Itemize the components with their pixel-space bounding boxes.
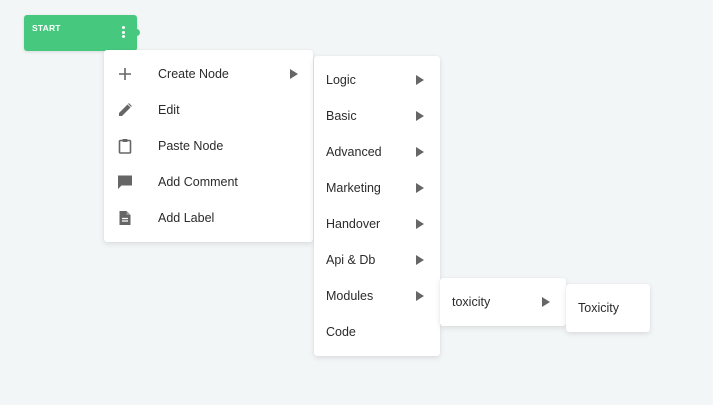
- menu-item-label: Marketing: [326, 181, 381, 195]
- menu-item-edit[interactable]: Edit: [104, 92, 313, 128]
- menu-item-paste-node[interactable]: Paste Node: [104, 128, 313, 164]
- modules-menu: toxicity: [440, 278, 566, 326]
- menu-item-label: Paste Node: [158, 139, 224, 153]
- start-node[interactable]: START: [24, 15, 137, 51]
- menu-item-add-label[interactable]: Add Label: [104, 200, 313, 236]
- menu-item-add-comment[interactable]: Add Comment: [104, 164, 313, 200]
- clipboard-icon: [117, 138, 133, 154]
- menu-item-code[interactable]: Code: [314, 314, 440, 350]
- menu-item-api-db[interactable]: Api & Db: [314, 242, 440, 278]
- toxicity-menu: Toxicity: [566, 284, 650, 332]
- menu-item-handover[interactable]: Handover: [314, 206, 440, 242]
- chevron-right-icon: [416, 291, 424, 301]
- menu-item-advanced[interactable]: Advanced: [314, 134, 440, 170]
- menu-item-logic[interactable]: Logic: [314, 62, 440, 98]
- menu-item-label: Advanced: [326, 145, 382, 159]
- menu-item-label: Add Label: [158, 211, 215, 225]
- menu-item-label: Basic: [326, 109, 357, 123]
- menu-item-label: Edit: [158, 103, 180, 117]
- menu-item-label: Api & Db: [326, 253, 376, 267]
- menu-item-modules[interactable]: Modules: [314, 278, 440, 314]
- menu-item-label: Create Node: [158, 67, 229, 81]
- document-icon: [117, 210, 133, 226]
- menu-item-label: toxicity: [452, 295, 491, 309]
- menu-item-label: Toxicity: [578, 301, 619, 315]
- chevron-right-icon: [542, 297, 550, 307]
- menu-item-create-node[interactable]: Create Node: [104, 56, 313, 92]
- menu-item-label: Logic: [326, 73, 356, 87]
- menu-item-label: Handover: [326, 217, 381, 231]
- chevron-right-icon: [416, 183, 424, 193]
- node-category-menu: Logic Basic Advanced Marketing Handover …: [314, 56, 440, 356]
- chevron-right-icon: [416, 219, 424, 229]
- menu-item-toxicity-module[interactable]: toxicity: [440, 284, 566, 320]
- menu-item-label: Add Comment: [158, 175, 238, 189]
- menu-item-label: Code: [326, 325, 356, 339]
- node-connector-handle[interactable]: [133, 29, 140, 36]
- plus-icon: [117, 66, 133, 82]
- comment-icon: [117, 174, 133, 190]
- menu-item-label: Modules: [326, 289, 374, 303]
- pencil-icon: [117, 102, 133, 118]
- chevron-right-icon: [416, 147, 424, 157]
- chevron-right-icon: [416, 111, 424, 121]
- more-options-icon[interactable]: [118, 25, 128, 41]
- menu-item-basic[interactable]: Basic: [314, 98, 440, 134]
- menu-item-toxicity-node[interactable]: Toxicity: [566, 290, 650, 326]
- chevron-right-icon: [290, 69, 298, 79]
- menu-item-marketing[interactable]: Marketing: [314, 170, 440, 206]
- context-menu: Create Node Edit Paste Node Add Comment …: [104, 50, 313, 242]
- start-node-label: START: [32, 23, 61, 33]
- chevron-right-icon: [416, 75, 424, 85]
- chevron-right-icon: [416, 255, 424, 265]
